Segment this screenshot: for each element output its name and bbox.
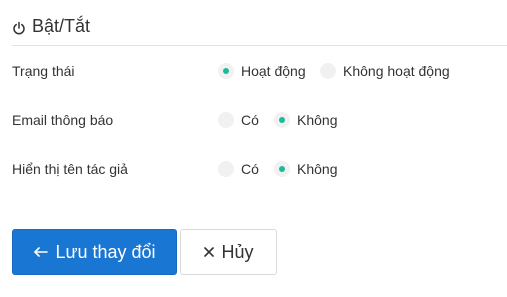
save-button[interactable]: Lưu thay đổi xyxy=(12,229,177,275)
cancel-button[interactable]: Hủy xyxy=(180,229,277,275)
email-notify-yes-radio[interactable] xyxy=(218,112,234,128)
show-author-label: Hiển thị tên tác giả xyxy=(12,161,128,177)
show-author-no-option[interactable]: Không xyxy=(274,157,337,181)
status-active-radio[interactable] xyxy=(218,63,234,79)
status-inactive-radio[interactable] xyxy=(320,63,336,79)
status-row: Trạng thái Hoạt động Không hoạt động xyxy=(0,59,507,83)
status-inactive-label: Không hoạt động xyxy=(343,63,450,79)
status-label: Trạng thái xyxy=(12,63,75,79)
power-icon xyxy=(12,21,26,35)
email-notify-no-radio[interactable] xyxy=(274,112,290,128)
show-author-no-label: Không xyxy=(297,161,338,177)
email-notify-yes-option[interactable]: Có xyxy=(218,108,259,132)
show-author-yes-radio[interactable] xyxy=(218,161,234,177)
email-notify-row: Email thông báo Có Không xyxy=(0,108,507,132)
show-author-yes-label: Có xyxy=(241,161,259,177)
show-author-yes-option[interactable]: Có xyxy=(218,157,259,181)
show-author-row: Hiển thị tên tác giả Có Không xyxy=(0,157,507,181)
save-button-label: Lưu thay đổi xyxy=(55,241,156,262)
email-notify-label: Email thông báo xyxy=(12,112,114,128)
section-header: Bật/Tắt xyxy=(12,8,507,45)
email-notify-no-label: Không xyxy=(297,112,338,128)
section-title: Bật/Tắt xyxy=(32,16,91,36)
show-author-no-radio[interactable] xyxy=(274,161,290,177)
close-icon xyxy=(203,246,215,258)
email-notify-no-option[interactable]: Không xyxy=(274,108,337,132)
status-active-option[interactable]: Hoạt động xyxy=(218,59,306,83)
email-notify-yes-label: Có xyxy=(241,112,259,128)
status-inactive-option[interactable]: Không hoạt động xyxy=(320,59,450,83)
section-divider xyxy=(12,45,507,46)
status-active-label: Hoạt động xyxy=(241,63,306,79)
arrow-left-icon xyxy=(33,246,49,258)
cancel-button-label: Hủy xyxy=(221,241,254,262)
